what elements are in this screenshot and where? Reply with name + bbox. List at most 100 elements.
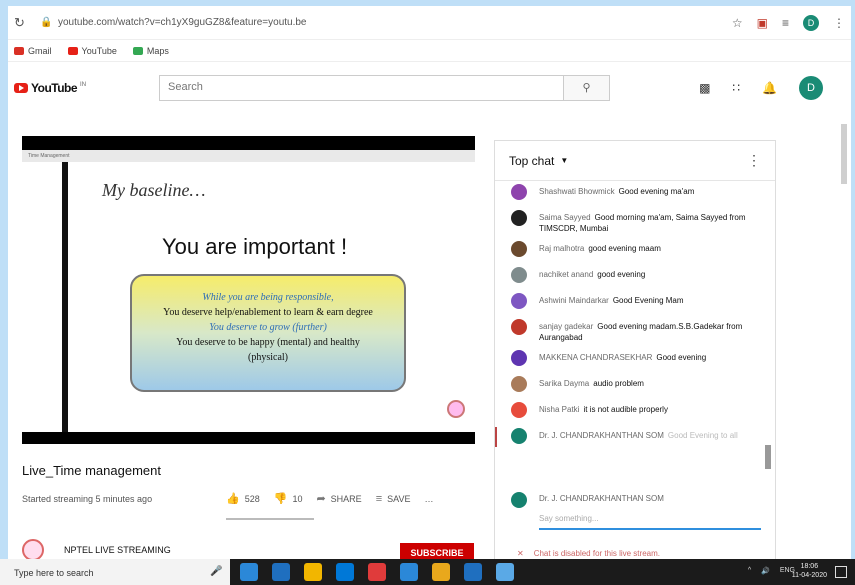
slide-tab-label: Time Management [28,153,70,159]
browser-menu-icon[interactable]: ⋮ [833,16,845,30]
taskbar-app-icon[interactable] [496,563,514,581]
chat-avatar [511,184,527,200]
chat-avatar [511,210,527,226]
address-bar: ↻ 🔒 youtube.com/watch?v=ch1yX9guGZ8&feat… [8,6,851,40]
save-button[interactable]: ≡ SAVE [376,493,411,505]
slide-title: My baseline… [102,180,206,200]
subscribe-button[interactable]: SUBSCRIBE [400,543,474,559]
taskbar-apps [240,563,514,581]
chat-message-body: Nisha Patki it is not audible properly [539,401,668,421]
chat-author: nachiket anand [539,270,594,279]
taskbar-app-icon[interactable] [368,563,386,581]
lock-icon[interactable]: 🔒 [40,17,54,28]
chat-menu-icon[interactable]: ⋮ [747,152,761,169]
slide-logo [447,400,465,418]
like-ratio-bar [226,518,314,520]
chat-scrollbar[interactable] [765,183,771,493]
reload-icon[interactable]: ↻ [14,15,32,31]
taskbar-app-icon[interactable] [432,563,450,581]
microphone-icon[interactable]: 🎤 [210,566,222,577]
volume-icon[interactable]: 🔊 [761,567,770,575]
playlist-add-icon: ≡ [375,492,383,505]
chat-scroll-thumb[interactable] [765,445,771,469]
extension-icon[interactable]: ▣ [757,16,768,30]
chat-message-body: Ashwini Maindarkar Good Evening Mam [539,292,684,312]
chat-text: Good Evening to all [667,431,738,440]
taskbar-app-icon[interactable] [304,563,322,581]
search-input[interactable]: Search [159,75,564,101]
notifications-bell-icon[interactable]: 🔔 [762,81,777,95]
taskbar-clock[interactable]: 18:06 11-04-2020 [792,562,827,580]
chat-text: it is not audible properly [583,405,668,414]
taskbar-app-icon[interactable] [336,563,354,581]
star-icon[interactable]: ☆ [732,16,743,30]
url-field[interactable]: youtube.com/watch?v=ch1yX9guGZ8&feature=… [58,17,732,28]
youtube-logo[interactable]: YouTube IN [14,81,159,95]
page-scrollbar[interactable] [841,124,847,184]
bookmark-youtube[interactable]: YouTube [67,46,117,56]
dislike-count: 10 [292,493,303,504]
live-chat-panel: Top chat ▼ ⋮ Shashwati Bhowmick Good even… [494,140,776,559]
share-label: SHARE [330,493,362,504]
video-player[interactable]: Time Management My baseline… You are imp… [22,136,475,444]
bookmarks-bar: Gmail YouTube Maps [8,40,851,62]
chat-message-body: sanjay gadekar Good evening madam.S.B.Gad… [539,318,763,343]
taskbar-app-icon[interactable] [464,563,482,581]
chat-text: good evening [597,270,646,279]
chat-author: sanjay gadekar [539,322,594,331]
dislike-button[interactable]: 👎 10 [274,492,303,505]
apps-grid-icon[interactable]: ∷ [732,81,740,95]
like-count: 528 [244,493,260,504]
search-button[interactable]: ⚲ [564,75,610,101]
chevron-down-icon[interactable]: ▼ [560,156,568,165]
chat-author: Shashwati Bhowmick [539,187,615,196]
slide-line: You deserve to grow (further) [209,322,327,333]
channel-name[interactable]: NPTEL LIVE STREAMING [64,545,171,555]
chat-avatar [511,350,527,366]
chat-author: MAKKENA CHANDRASEKHAR [539,353,653,362]
more-actions-button[interactable]: … [424,494,433,504]
taskbar-app-icon[interactable] [272,563,290,581]
chat-author: Saima Sayyed [539,213,591,222]
taskbar-search-input[interactable]: Type here to search [0,559,230,585]
slide-callout-box: While you are being responsible, You des… [130,274,406,392]
chat-text: Good evening [656,353,707,362]
chat-message: nachiket anand good evening [495,266,763,286]
taskbar-app-icon[interactable] [240,563,258,581]
chat-avatar [511,241,527,257]
chat-avatar [511,402,527,418]
chat-message: Saima Sayyed Good morning ma'am, Saima Sa… [495,209,763,234]
profile-avatar[interactable]: D [803,14,819,31]
chat-text: Good evening ma'am [618,187,695,196]
chat-message-body: nachiket anand good evening [539,266,645,286]
slide-headline: You are important ! [162,234,348,259]
video-actions: 👍 528 👎 10 ➦ SHARE ≡ SAVE … [226,492,433,506]
taskbar-app-icon[interactable] [400,563,418,581]
tray-chevron-icon[interactable]: ^ [748,567,751,575]
browser-toolbar-icons: ☆ ▣ ≡ D ⋮ [732,14,845,31]
chat-avatar [511,293,527,309]
notification-center-icon[interactable] [835,566,847,578]
system-tray: ^ 🔊 ENG [748,567,795,575]
share-button[interactable]: ➦ SHARE [316,492,361,505]
slide-stripe [62,162,68,432]
channel-avatar[interactable] [22,539,44,559]
youtube-header: YouTube IN Search ⚲ ▩ ∷ 🔔 D [8,62,851,114]
like-button[interactable]: 👍 528 [226,492,260,505]
chat-author: Sarika Dayma [539,379,590,388]
chat-mode-selector[interactable]: Top chat [509,154,554,168]
youtube-play-icon [14,83,28,93]
create-video-icon[interactable]: ▩ [699,81,710,95]
youtube-region: IN [80,82,87,88]
bookmark-maps[interactable]: Maps [132,46,169,56]
chat-message: Raj malhotra good evening maam [495,240,763,260]
media-control-icon[interactable]: ≡ [782,16,789,30]
thumbs-down-icon: 👎 [273,493,288,505]
desktop-frame: ↻ 🔒 youtube.com/watch?v=ch1yX9guGZ8&feat… [0,0,855,585]
video-frame-slide: Time Management My baseline… You are imp… [22,150,475,432]
bookmark-gmail[interactable]: Gmail [14,46,52,56]
account-avatar[interactable]: D [799,76,823,100]
chat-header: Top chat ▼ ⋮ [495,141,775,181]
chat-input[interactable]: Say something... [539,514,761,530]
windows-taskbar: Type here to search 🎤 ^ 🔊 ENG 18:06 11-0… [0,559,855,585]
